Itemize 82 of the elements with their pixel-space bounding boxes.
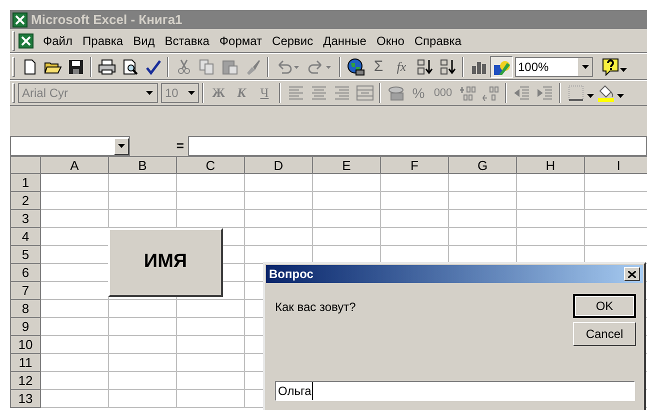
dropdown-arrow-icon[interactable] — [582, 64, 588, 68]
dropdown-arrow-icon[interactable] — [620, 68, 627, 72]
menu-item[interactable]: Вид — [128, 32, 160, 50]
close-button[interactable] — [624, 267, 640, 281]
column-header[interactable]: A — [40, 156, 108, 174]
row-header[interactable]: 7 — [10, 282, 40, 300]
menu-item[interactable]: Сервис — [267, 32, 318, 50]
autosum-button[interactable]: Σ — [367, 56, 390, 78]
undo-icon[interactable] — [276, 58, 300, 74]
row-header[interactable]: 2 — [10, 192, 40, 210]
row-header[interactable]: 4 — [10, 228, 40, 246]
document-menu-icon[interactable] — [18, 32, 34, 48]
column-header[interactable]: E — [312, 156, 380, 174]
align-left-icon[interactable] — [288, 86, 304, 100]
formula-input[interactable] — [188, 136, 647, 156]
brush-icon[interactable] — [244, 58, 260, 74]
borders-icon[interactable] — [568, 85, 584, 101]
zoom-combo[interactable]: 100% — [515, 56, 593, 76]
cancel-button[interactable]: Cancel — [573, 322, 636, 346]
dropdown-arrow-icon[interactable] — [587, 94, 594, 98]
column-header[interactable]: B — [108, 156, 176, 174]
sheet-button[interactable]: ИМЯ — [108, 228, 223, 297]
sort-ascending-icon[interactable] — [416, 58, 434, 74]
scissors-icon[interactable] — [176, 58, 192, 74]
close-icon — [628, 270, 636, 278]
row-header[interactable]: 5 — [10, 246, 40, 264]
printer-icon[interactable] — [98, 58, 116, 74]
menu-item[interactable]: Данные — [318, 32, 372, 50]
column-header[interactable]: F — [380, 156, 448, 174]
menu-item[interactable]: Окно — [371, 32, 410, 50]
row-header[interactable]: 11 — [10, 354, 40, 372]
dropdown-arrow-icon[interactable] — [188, 91, 194, 95]
help-icon[interactable] — [602, 58, 620, 76]
align-right-icon[interactable] — [334, 86, 350, 100]
increase-indent-icon[interactable] — [536, 86, 552, 100]
ok-button[interactable]: OK — [573, 294, 636, 318]
menu-item[interactable]: Вставка — [160, 32, 214, 50]
dropdown-arrow-icon[interactable] — [146, 91, 153, 95]
row-header[interactable]: 12 — [10, 372, 40, 390]
menu-item[interactable]: Файл — [38, 32, 78, 50]
align-center-icon[interactable] — [310, 86, 326, 100]
function-button[interactable]: fx — [390, 56, 413, 78]
menu-item[interactable]: Правка — [78, 32, 128, 50]
row-header[interactable]: 9 — [10, 318, 40, 336]
column-header[interactable]: H — [516, 156, 584, 174]
column-header[interactable]: C — [176, 156, 244, 174]
currency-icon[interactable] — [386, 85, 404, 101]
merge-cells-icon[interactable] — [356, 85, 374, 101]
menu-item[interactable]: Справка — [409, 32, 466, 50]
decrease-indent-icon[interactable] — [514, 86, 530, 100]
fill-bucket-icon[interactable] — [596, 84, 614, 102]
answer-field[interactable]: Ольга — [275, 381, 635, 401]
equals-sign[interactable]: = — [176, 136, 184, 156]
decrease-decimal-icon[interactable] — [482, 85, 500, 101]
spreadsheet-icon — [12, 12, 28, 28]
globe-icon[interactable] — [346, 58, 364, 76]
prompt-text: Как вас зовут? — [275, 299, 356, 316]
column-header[interactable]: G — [448, 156, 516, 174]
dialog-title: Вопрос — [269, 266, 314, 283]
row-header[interactable]: 13 — [10, 390, 40, 408]
redo-icon[interactable] — [308, 58, 332, 74]
dropdown-arrow-icon[interactable] — [118, 144, 125, 148]
menu-item[interactable]: Формат — [214, 32, 268, 50]
window-title: Microsoft Excel - Книга1 — [31, 10, 182, 29]
row-header[interactable]: 1 — [10, 174, 40, 192]
increase-decimal-icon[interactable] — [458, 85, 476, 101]
row-header[interactable]: 3 — [10, 210, 40, 228]
column-header[interactable]: D — [244, 156, 312, 174]
column-header[interactable]: I — [584, 156, 647, 174]
clipboard-icon[interactable] — [222, 58, 238, 74]
select-all-corner[interactable] — [10, 156, 40, 174]
checkmark-icon[interactable] — [144, 58, 160, 74]
name-box[interactable] — [10, 136, 130, 156]
copy-icon[interactable] — [198, 58, 214, 74]
new-document-icon[interactable] — [22, 58, 38, 74]
row-header[interactable]: 10 — [10, 336, 40, 354]
row-header[interactable]: 8 — [10, 300, 40, 318]
row-header[interactable]: 6 — [10, 264, 40, 282]
magnifier-document-icon[interactable] — [122, 58, 138, 74]
sort-descending-icon[interactable] — [438, 58, 456, 74]
dropdown-arrow-icon[interactable] — [617, 94, 624, 98]
answer-text: Ольга — [278, 382, 314, 400]
